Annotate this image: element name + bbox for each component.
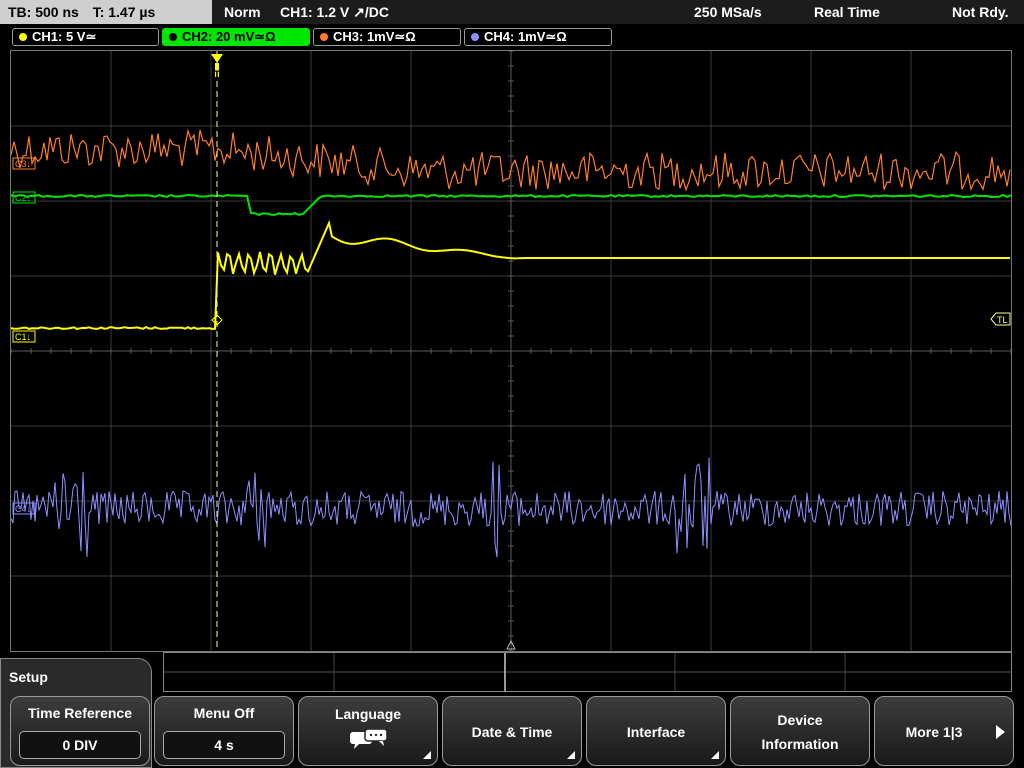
ch3-dot-icon <box>320 33 328 41</box>
time-reference-label: Time Reference <box>27 705 132 721</box>
more-label: More 1|3 <box>905 724 963 740</box>
device-information-softkey[interactable]: Device Information <box>730 696 870 766</box>
sample-rate-label: 250 MSa/s <box>694 4 762 20</box>
tab-ch1[interactable]: CH1: 5 V≃ <box>12 28 159 46</box>
ch1-marker-text: C1↓ <box>15 332 31 342</box>
speech-bubbles-icon <box>350 729 388 749</box>
trigger-pos-text: T <box>214 69 221 81</box>
timebase-label: TB: 500 ns <box>8 4 79 20</box>
more-softkey[interactable]: More 1|3 <box>874 696 1014 766</box>
overview-strip <box>163 652 1012 692</box>
timebase-box[interactable]: TB: 500 ns T: 1.47 µs <box>0 0 212 24</box>
ch2-dot-icon <box>169 33 177 41</box>
language-softkey[interactable]: Language <box>298 696 438 766</box>
trigger-source-label[interactable]: CH1: 1.2 V ↗/DC <box>280 0 389 24</box>
tab-ch2[interactable]: CH2: 20 mV≃Ω <box>162 28 310 46</box>
ch4-dot-icon <box>471 33 479 41</box>
device-info-line2: Information <box>761 736 839 752</box>
waveform-display[interactable]: T C3↓ C2↓ C1↓ C4↓ TL <box>10 50 1012 652</box>
ch4-marker-text: C4↓ <box>15 504 31 514</box>
time-reference-softkey[interactable]: Time Reference 0 DIV <box>10 696 150 766</box>
next-page-icon <box>996 725 1005 739</box>
trigger-mode-label[interactable]: Norm <box>224 0 261 24</box>
ch3-label: CH3: 1mV≃Ω <box>333 29 416 44</box>
trigger-state-label: Not Rdy. <box>952 4 1009 20</box>
interface-softkey[interactable]: Interface <box>586 696 726 766</box>
overview-grid <box>164 653 1011 691</box>
menu-off-value: 4 s <box>163 731 285 759</box>
ch1-dot-icon <box>19 33 27 41</box>
ch3-marker-text: C3↓ <box>15 159 31 169</box>
trigger-position-marker[interactable]: T <box>211 54 223 81</box>
submenu-corner-icon <box>423 751 431 759</box>
language-label: Language <box>334 706 402 722</box>
trigger-level-text: TL <box>997 315 1008 325</box>
date-time-softkey[interactable]: Date & Time <box>442 696 582 766</box>
interface-label: Interface <box>626 724 686 740</box>
ch2-label: CH2: 20 mV≃Ω <box>182 29 276 44</box>
tab-ch3[interactable]: CH3: 1mV≃Ω <box>313 28 461 46</box>
ch2-marker-text: C2↓ <box>15 193 31 203</box>
ch1-offset-marker[interactable]: C1↓ <box>12 330 36 343</box>
submenu-corner-icon <box>711 751 719 759</box>
time-offset-label: T: 1.47 µs <box>92 4 156 20</box>
time-reference-value: 0 DIV <box>19 731 141 759</box>
menu-off-label: Menu Off <box>193 705 255 721</box>
acquisition-mode-label: Real Time <box>814 4 880 20</box>
submenu-corner-icon <box>567 751 575 759</box>
date-time-label: Date & Time <box>471 724 553 740</box>
tab-ch4[interactable]: CH4: 1mV≃Ω <box>464 28 612 46</box>
trigger-level-marker[interactable]: TL <box>990 312 1011 326</box>
ch1-label: CH1: 5 V≃ <box>32 29 97 44</box>
device-info-line1: Device <box>777 712 823 728</box>
graticule <box>11 51 1011 651</box>
menu-off-softkey[interactable]: Menu Off 4 s <box>154 696 294 766</box>
setup-title: Setup <box>9 669 48 685</box>
waveform-svg: T C3↓ C2↓ C1↓ C4↓ TL <box>11 51 1011 651</box>
status-bar: TB: 500 ns T: 1.47 µs Norm CH1: 1.2 V ↗/… <box>0 0 1024 24</box>
ch4-label: CH4: 1mV≃Ω <box>484 29 567 44</box>
